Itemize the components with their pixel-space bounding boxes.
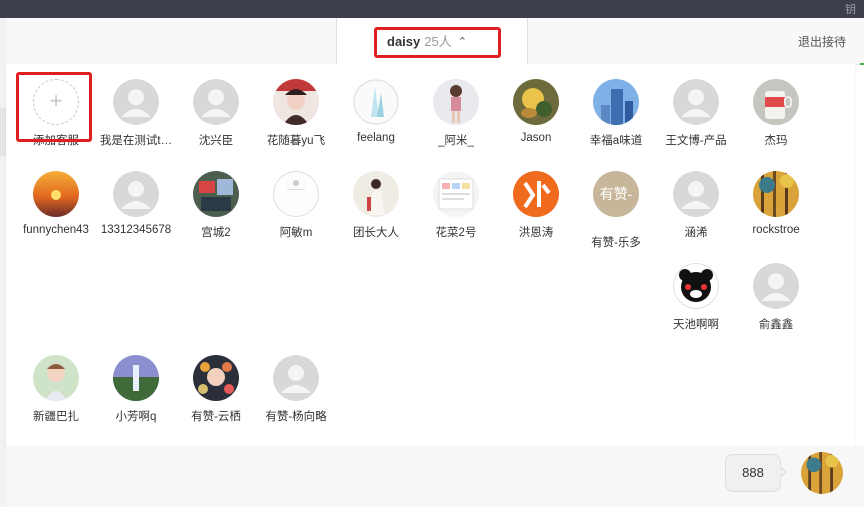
member-name: 小芳啊q xyxy=(115,411,157,423)
highlight-box-add xyxy=(16,72,92,142)
member-item[interactable]: 花随暮yu飞 xyxy=(256,79,336,148)
exit-reception-button[interactable]: 退出接待 xyxy=(798,33,846,50)
member-avatar[interactable] xyxy=(593,79,639,125)
bubble-tail-inner xyxy=(779,467,785,477)
member-avatar[interactable] xyxy=(353,79,399,125)
avatar-text: 有赞- xyxy=(599,186,633,202)
title-bar-text: 钥 xyxy=(845,4,856,16)
member-item[interactable]: 沈兴臣 xyxy=(176,79,256,148)
member-name: 王文博-产品 xyxy=(665,135,727,147)
member-name: 天池啊啊 xyxy=(673,319,719,331)
member-name: 新疆巴扎 xyxy=(33,411,79,423)
member-name: 13312345678 xyxy=(100,224,172,236)
member-item[interactable]: Jason xyxy=(496,79,576,144)
member-avatar[interactable] xyxy=(193,355,239,401)
member-item[interactable]: 有赞-云栖 xyxy=(176,355,256,424)
member-panel: + 添加客服 我是在测试t… 沈兴臣 花随暮yu飞 feelang _阿米_ Jason 幸… xyxy=(6,64,855,447)
member-name: 洪恩涛 xyxy=(518,227,554,239)
member-name: 团长大人 xyxy=(353,227,399,239)
member-avatar[interactable] xyxy=(193,171,239,217)
member-avatar[interactable] xyxy=(753,263,799,309)
member-item[interactable]: 有赞- 有赞-乐多 xyxy=(576,171,656,250)
member-avatar[interactable] xyxy=(33,171,79,217)
member-item[interactable]: 王文博-产品 xyxy=(656,79,736,148)
member-item[interactable]: 洪恩涛 xyxy=(496,171,576,240)
member-name: 有赞-乐多 xyxy=(591,237,641,249)
member-item[interactable]: 有赞-杨向略 xyxy=(256,355,336,424)
member-name: 我是在测试t… xyxy=(99,135,173,147)
member-avatar[interactable] xyxy=(273,355,319,401)
member-avatar[interactable] xyxy=(433,171,479,217)
member-item[interactable]: feelang xyxy=(336,79,416,144)
member-item[interactable]: _阿米_ xyxy=(416,79,496,148)
member-item[interactable]: 俞鑫鑫 xyxy=(736,263,816,332)
member-name: 花菜2号 xyxy=(435,227,477,239)
member-avatar[interactable] xyxy=(113,355,159,401)
accent-line xyxy=(860,63,864,65)
member-avatar[interactable] xyxy=(513,171,559,217)
window-title-bar: 钥 xyxy=(0,0,864,18)
member-name: 幸福a味道 xyxy=(589,135,643,147)
highlight-box-header xyxy=(374,27,501,58)
member-name: funnychen43 xyxy=(23,224,89,236)
member-avatar[interactable] xyxy=(673,79,719,125)
member-item[interactable]: funnychen43 xyxy=(16,171,96,236)
member-avatar[interactable] xyxy=(33,355,79,401)
member-name: 花随暮yu飞 xyxy=(266,135,326,147)
member-item[interactable]: 阿敏m xyxy=(256,171,336,240)
member-item[interactable]: 花菜2号 xyxy=(416,171,496,240)
member-avatar[interactable] xyxy=(753,79,799,125)
member-item[interactable]: 小芳啊q xyxy=(96,355,176,424)
member-avatar[interactable] xyxy=(753,171,799,217)
member-avatar[interactable]: 有赞- xyxy=(593,171,639,217)
member-avatar[interactable] xyxy=(433,79,479,125)
member-item[interactable]: 新疆巴扎 xyxy=(16,355,96,424)
member-avatar[interactable] xyxy=(193,79,239,125)
member-item[interactable]: rockstroe xyxy=(736,171,816,236)
member-name: 有赞-杨向略 xyxy=(265,411,327,423)
member-item[interactable]: 杰玛 xyxy=(736,79,816,148)
member-item[interactable]: 我是在测试t… xyxy=(96,79,176,148)
member-name: 俞鑫鑫 xyxy=(758,319,794,331)
member-item[interactable]: 宫城2 xyxy=(176,171,256,240)
member-item[interactable]: 天池啊啊 xyxy=(656,263,736,332)
member-name: 阿敏m xyxy=(279,227,313,239)
member-avatar[interactable] xyxy=(273,171,319,217)
member-name: 涵浠 xyxy=(684,227,708,239)
member-name: _阿米_ xyxy=(438,135,474,147)
member-item[interactable]: 13312345678 xyxy=(96,171,176,236)
member-avatar[interactable] xyxy=(273,79,319,125)
member-avatar[interactable] xyxy=(113,171,159,217)
member-avatar[interactable] xyxy=(513,79,559,125)
member-avatar[interactable] xyxy=(673,171,719,217)
member-name: feelang xyxy=(357,132,395,144)
member-item[interactable]: 团长大人 xyxy=(336,171,416,240)
member-name: rockstroe xyxy=(752,224,800,236)
member-name: 有赞-云栖 xyxy=(191,411,241,423)
chat-message-bubble: 888 xyxy=(725,454,781,492)
member-name: 宫城2 xyxy=(201,227,231,239)
self-avatar[interactable] xyxy=(801,452,843,494)
member-avatar[interactable] xyxy=(113,79,159,125)
member-name: 杰玛 xyxy=(764,135,788,147)
member-item[interactable]: 涵浠 xyxy=(656,171,736,240)
member-avatar[interactable] xyxy=(353,171,399,217)
member-name: Jason xyxy=(520,132,552,144)
member-name: 沈兴臣 xyxy=(198,135,234,147)
member-avatar[interactable] xyxy=(673,263,719,309)
member-item[interactable]: 幸福a味道 xyxy=(576,79,656,148)
